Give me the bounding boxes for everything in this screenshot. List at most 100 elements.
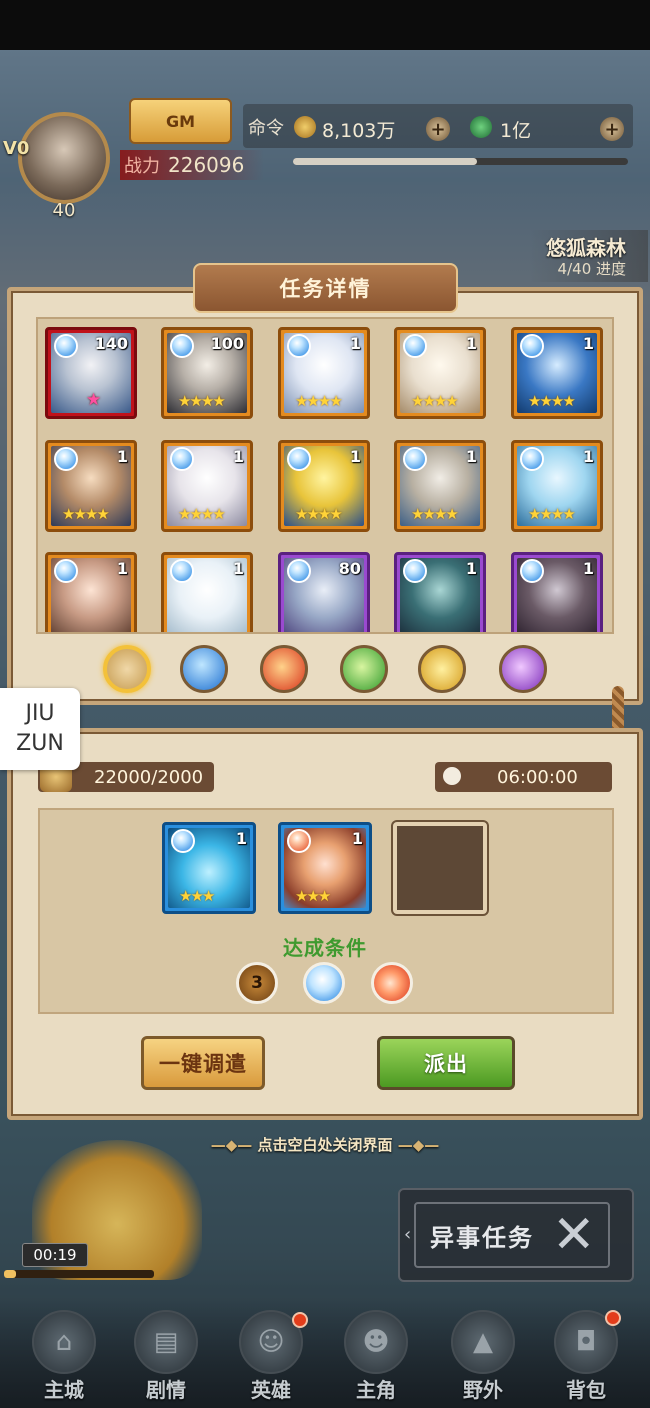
hero-card[interactable]: 140 ★ <box>45 327 137 419</box>
hero-card[interactable]: 1 ★★★★ <box>45 440 137 532</box>
hero-card[interactable]: 1 ★★★★ <box>278 327 370 419</box>
water-element-icon <box>520 334 544 358</box>
stage-info[interactable]: 悠狐森林 4/40 进度 <box>530 230 648 282</box>
nav-label: 主城 <box>44 1378 84 1402</box>
hero-level: 1 <box>232 559 244 578</box>
condition-star-count: 3 <box>236 962 278 1004</box>
player-avatar[interactable] <box>18 112 110 204</box>
hero-card[interactable]: 1 ★★★★ <box>394 440 486 532</box>
water-element-icon <box>520 447 544 471</box>
hero-card[interactable]: 1 <box>161 552 253 632</box>
dispatch-slot-empty[interactable] <box>393 822 487 914</box>
auto-dispatch-button[interactable]: 一键调遣 <box>141 1036 265 1090</box>
hero-notification-dot <box>292 1312 308 1328</box>
castle-icon: ⌂ <box>32 1310 96 1374</box>
water-element-icon <box>403 559 427 583</box>
crossed-swords-icon: ✕ <box>552 1205 596 1265</box>
overlay-badge[interactable]: JIU ZUN <box>0 688 80 770</box>
filter-all-icon[interactable] <box>103 645 151 693</box>
hint-right-ornament: —◆— <box>392 1136 440 1154</box>
time-value: 06:00:00 <box>497 766 578 788</box>
water-element-icon <box>54 334 78 358</box>
nav-label: 剧情 <box>146 1378 186 1402</box>
water-element-icon <box>170 334 194 358</box>
nav-story[interactable]: ▤ 剧情 <box>126 1306 206 1406</box>
send-button[interactable]: 派出 <box>377 1036 515 1090</box>
hero-card[interactable]: 1 ★★★★ <box>161 440 253 532</box>
water-element-icon <box>170 447 194 471</box>
condition-fire-icon <box>371 962 413 1004</box>
add-jade-button[interactable]: + <box>600 117 624 141</box>
filter-wind-icon[interactable] <box>340 645 388 693</box>
nav-label: 背包 <box>566 1378 606 1402</box>
overlay-badge-text: JIU ZUN <box>16 701 64 756</box>
hero-card[interactable]: 100 ★★★★ <box>161 327 253 419</box>
protagonist-icon: ☻ <box>344 1310 408 1374</box>
water-element-icon <box>54 447 78 471</box>
nav-label: 英雄 <box>251 1378 291 1402</box>
hero-level: 1 <box>349 334 361 353</box>
experience-bar <box>293 158 628 165</box>
hero-card[interactable]: 1 <box>511 552 603 632</box>
hero-level: 1 <box>349 447 361 466</box>
hero-card[interactable]: 1 <box>394 552 486 632</box>
game-scene: V0 40 GM 战力 226096 命令 8,103万 + 1亿 + 悠狐森林… <box>0 0 650 1408</box>
slot-level: 1 <box>351 829 363 848</box>
hero-level: 1 <box>232 447 244 466</box>
water-element-icon <box>287 334 311 358</box>
hero-level: 1 <box>116 559 128 578</box>
filter-light-icon[interactable] <box>418 645 466 693</box>
hero-stars: ★★★★ <box>411 505 459 523</box>
hero-card[interactable]: 80 <box>278 552 370 632</box>
power-display: 战力 226096 <box>120 150 265 180</box>
close-hint-text: 点击空白处关闭界面 <box>257 1136 393 1154</box>
water-element-icon <box>171 829 195 853</box>
nav-protagonist[interactable]: ☻ 主角 <box>336 1306 416 1406</box>
water-element-icon <box>287 559 311 583</box>
hero-level: 80 <box>338 559 361 578</box>
hero-grid[interactable]: 140 ★ 100 ★★★★ 1 ★★★★ 1 ★★★★ 1 ★★★★ 1 ★★★★ 1 ★★★★ 1 ★★★… <box>36 317 614 634</box>
stage-name: 悠狐森林 <box>546 236 626 260</box>
vip-label: V0 <box>3 138 30 159</box>
player-level: 40 <box>52 200 76 221</box>
event-timer-fill <box>4 1270 16 1278</box>
nav-main-city[interactable]: ⌂ 主城 <box>24 1306 104 1406</box>
stage-progress: 4/40 进度 <box>557 260 626 278</box>
filter-fire-icon[interactable] <box>260 645 308 693</box>
jade-icon <box>470 116 492 138</box>
gold-coin-icon <box>294 116 316 138</box>
hero-card[interactable]: 1 <box>45 552 137 632</box>
reward-value: 22000/2000 <box>94 766 204 788</box>
slot-stars: ★★★ <box>295 887 331 905</box>
dispatch-slot-1[interactable]: 1 ★★★ <box>162 822 256 914</box>
fire-element-icon <box>287 829 311 853</box>
water-element-icon <box>170 559 194 583</box>
hero-stars: ★★★★ <box>178 505 226 523</box>
condition-label: 达成条件 <box>283 936 367 960</box>
hero-card[interactable]: 1 ★★★★ <box>511 440 603 532</box>
hero-card[interactable]: 1 ★★★★ <box>511 327 603 419</box>
strange-task-button[interactable]: ‹ 异事任务 ✕ <box>398 1188 634 1282</box>
hero-stars: ★★★★ <box>295 392 343 410</box>
filter-dark-icon[interactable] <box>499 645 547 693</box>
water-element-icon <box>403 447 427 471</box>
nav-label: 主角 <box>356 1378 396 1402</box>
status-bar <box>0 0 650 50</box>
hero-card[interactable]: 1 ★★★★ <box>394 327 486 419</box>
add-gold-button[interactable]: + <box>426 117 450 141</box>
nav-field[interactable]: ▲ 野外 <box>443 1306 523 1406</box>
hero-level: 1 <box>582 447 594 466</box>
command-label: 命令 <box>248 118 284 139</box>
event-timer-bar <box>4 1270 154 1278</box>
hero-stars: ★★★★ <box>528 505 576 523</box>
dispatch-slot-2[interactable]: 1 ★★★ <box>278 822 372 914</box>
hero-card[interactable]: 1 ★★★★ <box>278 440 370 532</box>
hero-level: 1 <box>465 334 477 353</box>
condition-count-value: 3 <box>251 973 263 993</box>
gm-button[interactable]: GM <box>129 98 232 144</box>
clock-icon <box>440 764 464 788</box>
hero-level: 140 <box>94 334 128 353</box>
bag-notification-dot <box>605 1310 621 1326</box>
filter-water-icon[interactable] <box>180 645 228 693</box>
condition-water-icon <box>303 962 345 1004</box>
